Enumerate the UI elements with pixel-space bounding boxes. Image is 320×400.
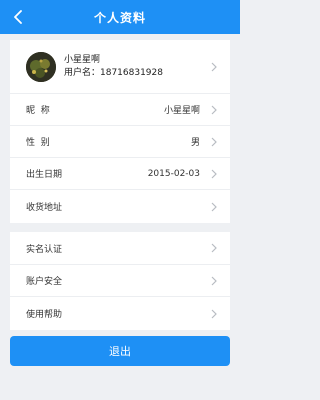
birthdate-label: 出生日期 (26, 170, 63, 180)
nickname-row[interactable]: 昵 称 小星星啊 (10, 94, 230, 126)
real-name-auth-label: 实名认证 (26, 244, 63, 255)
address-row[interactable]: 收货地址 (10, 190, 230, 223)
page-title: 个人资料 (93, 10, 146, 25)
account-security-row[interactable]: 账户安全 (10, 265, 230, 297)
profile-nickname: 小星星啊 (64, 54, 101, 65)
chevron-right-icon (208, 62, 220, 72)
settings-card: 实名认证 账户安全 使用帮助 (10, 232, 230, 330)
avatar (26, 51, 56, 82)
birthdate-value: 2015-02-03 (147, 168, 200, 179)
logout-button[interactable]: 退出 (10, 336, 230, 366)
chevron-left-icon (14, 10, 22, 24)
gender-value: 男 (190, 138, 200, 148)
chevron-right-icon (208, 105, 220, 115)
account-security-label: 账户安全 (26, 277, 63, 287)
address-label: 收货地址 (26, 203, 63, 213)
birthdate-row[interactable]: 出生日期 2015-02-03 (10, 158, 230, 190)
profile-card: 小星星啊 用户名：18716831928 昵 称 小星星啊 性 别 男 出生日期… (10, 40, 230, 223)
real-name-auth-row[interactable]: 实名认证 (10, 232, 230, 265)
chevron-right-icon (208, 309, 220, 319)
profile-username: 用户名：18716831928 (64, 67, 163, 78)
nickname-label: 昵 称 (26, 106, 50, 116)
back-button[interactable] (6, 0, 30, 34)
top-bar: 个人资料 (0, 0, 240, 34)
gender-label: 性 别 (26, 138, 50, 148)
profile-row[interactable]: 小星星啊 用户名：18716831928 (10, 40, 230, 94)
gender-row[interactable]: 性 别 男 (10, 126, 230, 158)
help-label: 使用帮助 (26, 310, 63, 320)
help-row[interactable]: 使用帮助 (10, 297, 230, 330)
chevron-right-icon (208, 202, 220, 212)
chevron-right-icon (208, 169, 220, 179)
nickname-value: 小星星啊 (163, 106, 200, 116)
chevron-right-icon (208, 243, 220, 253)
chevron-right-icon (208, 137, 220, 147)
chevron-right-icon (208, 276, 220, 286)
